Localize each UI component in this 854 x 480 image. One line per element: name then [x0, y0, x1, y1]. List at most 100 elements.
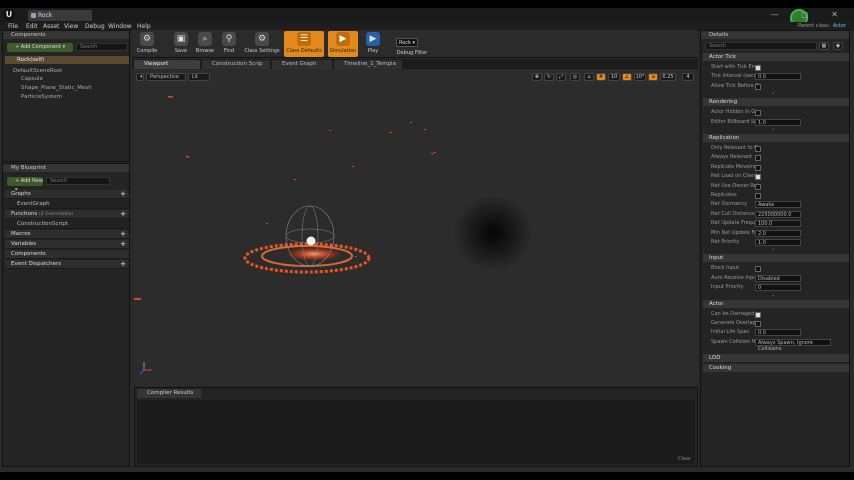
property-value-field[interactable]: 0.0	[755, 329, 801, 337]
construction-script-item[interactable]: ConstructionScript	[5, 220, 129, 229]
viewport-options-icon[interactable]: ▾	[136, 73, 144, 81]
details-search-input[interactable]: Search	[705, 42, 817, 50]
component-item[interactable]: Shape_Plane_Static_Mesh	[21, 84, 92, 92]
property-checkbox[interactable]	[755, 83, 761, 90]
add-component-button[interactable]: + Add Component ▾	[7, 43, 73, 52]
details-section-cooking[interactable]: Cooking	[703, 364, 849, 373]
view-mode-dropdown[interactable]: Perspective	[146, 73, 186, 81]
camera-speed-value[interactable]: 4	[682, 73, 694, 81]
add-new-button[interactable]: + Add New ▾	[7, 177, 43, 193]
find-button[interactable]: ⚲ Find	[218, 31, 240, 57]
advanced-expander-icon[interactable]: ⌄	[771, 90, 781, 96]
property-value-field[interactable]: 2.0	[755, 229, 801, 237]
property-value-field[interactable]: 1.0	[755, 118, 801, 126]
property-value-field[interactable]: Always Spawn, Ignore Collisions	[755, 338, 831, 352]
event-graph-item[interactable]: EventGraph	[5, 200, 129, 209]
class-settings-button[interactable]: ⚙ Class Settings	[242, 31, 282, 57]
details-section-rendering[interactable]: Rendering	[703, 98, 849, 107]
property-label: Tick Interval (secs)	[711, 73, 759, 80]
property-value-field[interactable]: 1.0	[755, 239, 801, 246]
scale-tool-icon[interactable]: ⤢	[556, 73, 566, 81]
scale-snap-value[interactable]: 0.25	[660, 73, 676, 81]
component-item[interactable]: DefaultSceneRoot	[13, 67, 62, 75]
rotation-snap-icon[interactable]: ∠	[622, 73, 632, 81]
surface-snap-icon[interactable]: ⌂	[584, 73, 594, 81]
rotate-tool-icon[interactable]: ↻	[544, 73, 554, 81]
rotation-snap-value[interactable]: 10°	[634, 73, 646, 81]
advanced-expander-icon[interactable]: ⌄	[771, 292, 781, 298]
parent-class-link[interactable]: Actor	[833, 23, 846, 29]
variables-section[interactable]: Variables +	[5, 240, 129, 249]
view-mode-label: Perspective	[150, 74, 179, 80]
property-checkbox[interactable]	[755, 266, 761, 273]
simulation-button[interactable]: ▶ Simulation	[328, 31, 358, 57]
details-section-actor-tick[interactable]: Actor Tick	[703, 53, 849, 61]
property-checkbox[interactable]	[755, 174, 761, 181]
scale-snap-icon[interactable]: ⇲	[648, 73, 658, 81]
property-checkbox[interactable]	[755, 321, 761, 327]
add-event-dispatcher-icon[interactable]: +	[120, 260, 126, 269]
advanced-expander-icon[interactable]: ⌄	[771, 126, 781, 132]
property-value-field[interactable]: 100.0	[755, 220, 801, 228]
details-section-replication[interactable]: Replication	[703, 134, 849, 142]
translate-tool-icon[interactable]: ✥	[532, 73, 542, 81]
property-checkbox[interactable]	[755, 311, 761, 318]
document-tab-rock[interactable]: Rock	[28, 10, 92, 21]
components-section[interactable]: Components	[5, 250, 129, 259]
visibility-icon[interactable]: ◉	[833, 42, 843, 50]
lit-mode-dropdown[interactable]: Lit	[188, 73, 210, 81]
property-value-field[interactable]: 0	[755, 284, 801, 292]
property-checkbox[interactable]	[755, 193, 761, 199]
functions-section[interactable]: Functions (4 Overridable) +	[5, 210, 129, 219]
compile-button[interactable]: ⚙ Compile	[134, 31, 160, 57]
details-section-lod[interactable]: LOD	[703, 354, 849, 363]
add-variable-icon[interactable]: +	[120, 240, 126, 249]
property-value-field[interactable]: 225000000.0	[755, 210, 801, 218]
event-dispatchers-section[interactable]: Event Dispatchers +	[5, 260, 129, 269]
property-value-field[interactable]: Awake	[755, 201, 801, 209]
add-graph-icon[interactable]: +	[120, 190, 126, 199]
browse-button[interactable]: ⌕ Browse	[194, 31, 216, 57]
compiler-results-tab[interactable]: Compiler Results	[137, 389, 201, 398]
component-item[interactable]: ParticleSystem	[21, 93, 62, 101]
play-button[interactable]: ▶ Play	[362, 31, 384, 57]
debug-object-dropdown[interactable]: Rock ▾	[396, 38, 418, 47]
grid-snap-icon[interactable]: #	[596, 73, 606, 81]
advanced-expander-icon[interactable]: ⌄	[771, 246, 781, 252]
component-item[interactable]: Capsule	[21, 75, 43, 83]
blueprint-viewport[interactable]: ▾ Perspective Lit ✥ ↻ ⤢ ◎ ⌂ # 10 ∠ 10° ⇲…	[134, 70, 698, 385]
save-button[interactable]: ▣ Save	[170, 31, 192, 57]
window-controls[interactable]: — ▢ ✕	[771, 10, 848, 19]
rock-sphere[interactable]	[306, 236, 316, 246]
macros-section[interactable]: Macros +	[5, 230, 129, 239]
add-macro-icon[interactable]: +	[120, 230, 126, 239]
my-blueprint-search-input[interactable]: Search	[46, 177, 110, 185]
property-value-field[interactable]: Disabled	[755, 274, 801, 282]
class-defaults-button[interactable]: ☰ Class Defaults	[284, 31, 324, 57]
property-checkbox[interactable]	[755, 155, 761, 162]
property-checkbox[interactable]	[755, 146, 761, 152]
component-self-item[interactable]: Rock(self)	[5, 56, 129, 64]
property-checkbox[interactable]	[755, 183, 761, 190]
components-search-input[interactable]: Search	[76, 43, 128, 51]
property-value-field[interactable]: 0.0	[755, 73, 801, 81]
tab-timeline[interactable]: Timeline_1_Templa	[334, 60, 402, 69]
world-local-icon[interactable]: ◎	[570, 73, 580, 81]
property-matrix-icon[interactable]: ▦	[819, 42, 829, 50]
add-function-icon[interactable]: +	[120, 210, 126, 219]
find-label: Find	[223, 48, 235, 54]
grid-snap-value[interactable]: 10	[608, 73, 620, 81]
tab-event-graph[interactable]: Event Graph	[272, 60, 332, 69]
property-checkbox[interactable]	[755, 164, 761, 171]
details-section-actor[interactable]: Actor	[703, 299, 849, 308]
property-checkbox[interactable]	[755, 110, 761, 117]
property-checkbox[interactable]	[755, 65, 761, 71]
details-panel: Details Search ▦ ◉ Actor Tick Start with …	[700, 30, 850, 467]
details-section-input[interactable]: Input	[703, 254, 849, 263]
property-row: Only Relevant to O	[703, 144, 849, 153]
clear-button[interactable]: Clear	[678, 456, 691, 462]
advanced-expander-icon[interactable]: ⌄	[771, 346, 781, 352]
tab-viewport[interactable]: Viewport	[134, 60, 200, 69]
graphs-section[interactable]: Graphs +	[5, 190, 129, 199]
tab-construction-script[interactable]: Construction Scrip	[202, 60, 270, 69]
